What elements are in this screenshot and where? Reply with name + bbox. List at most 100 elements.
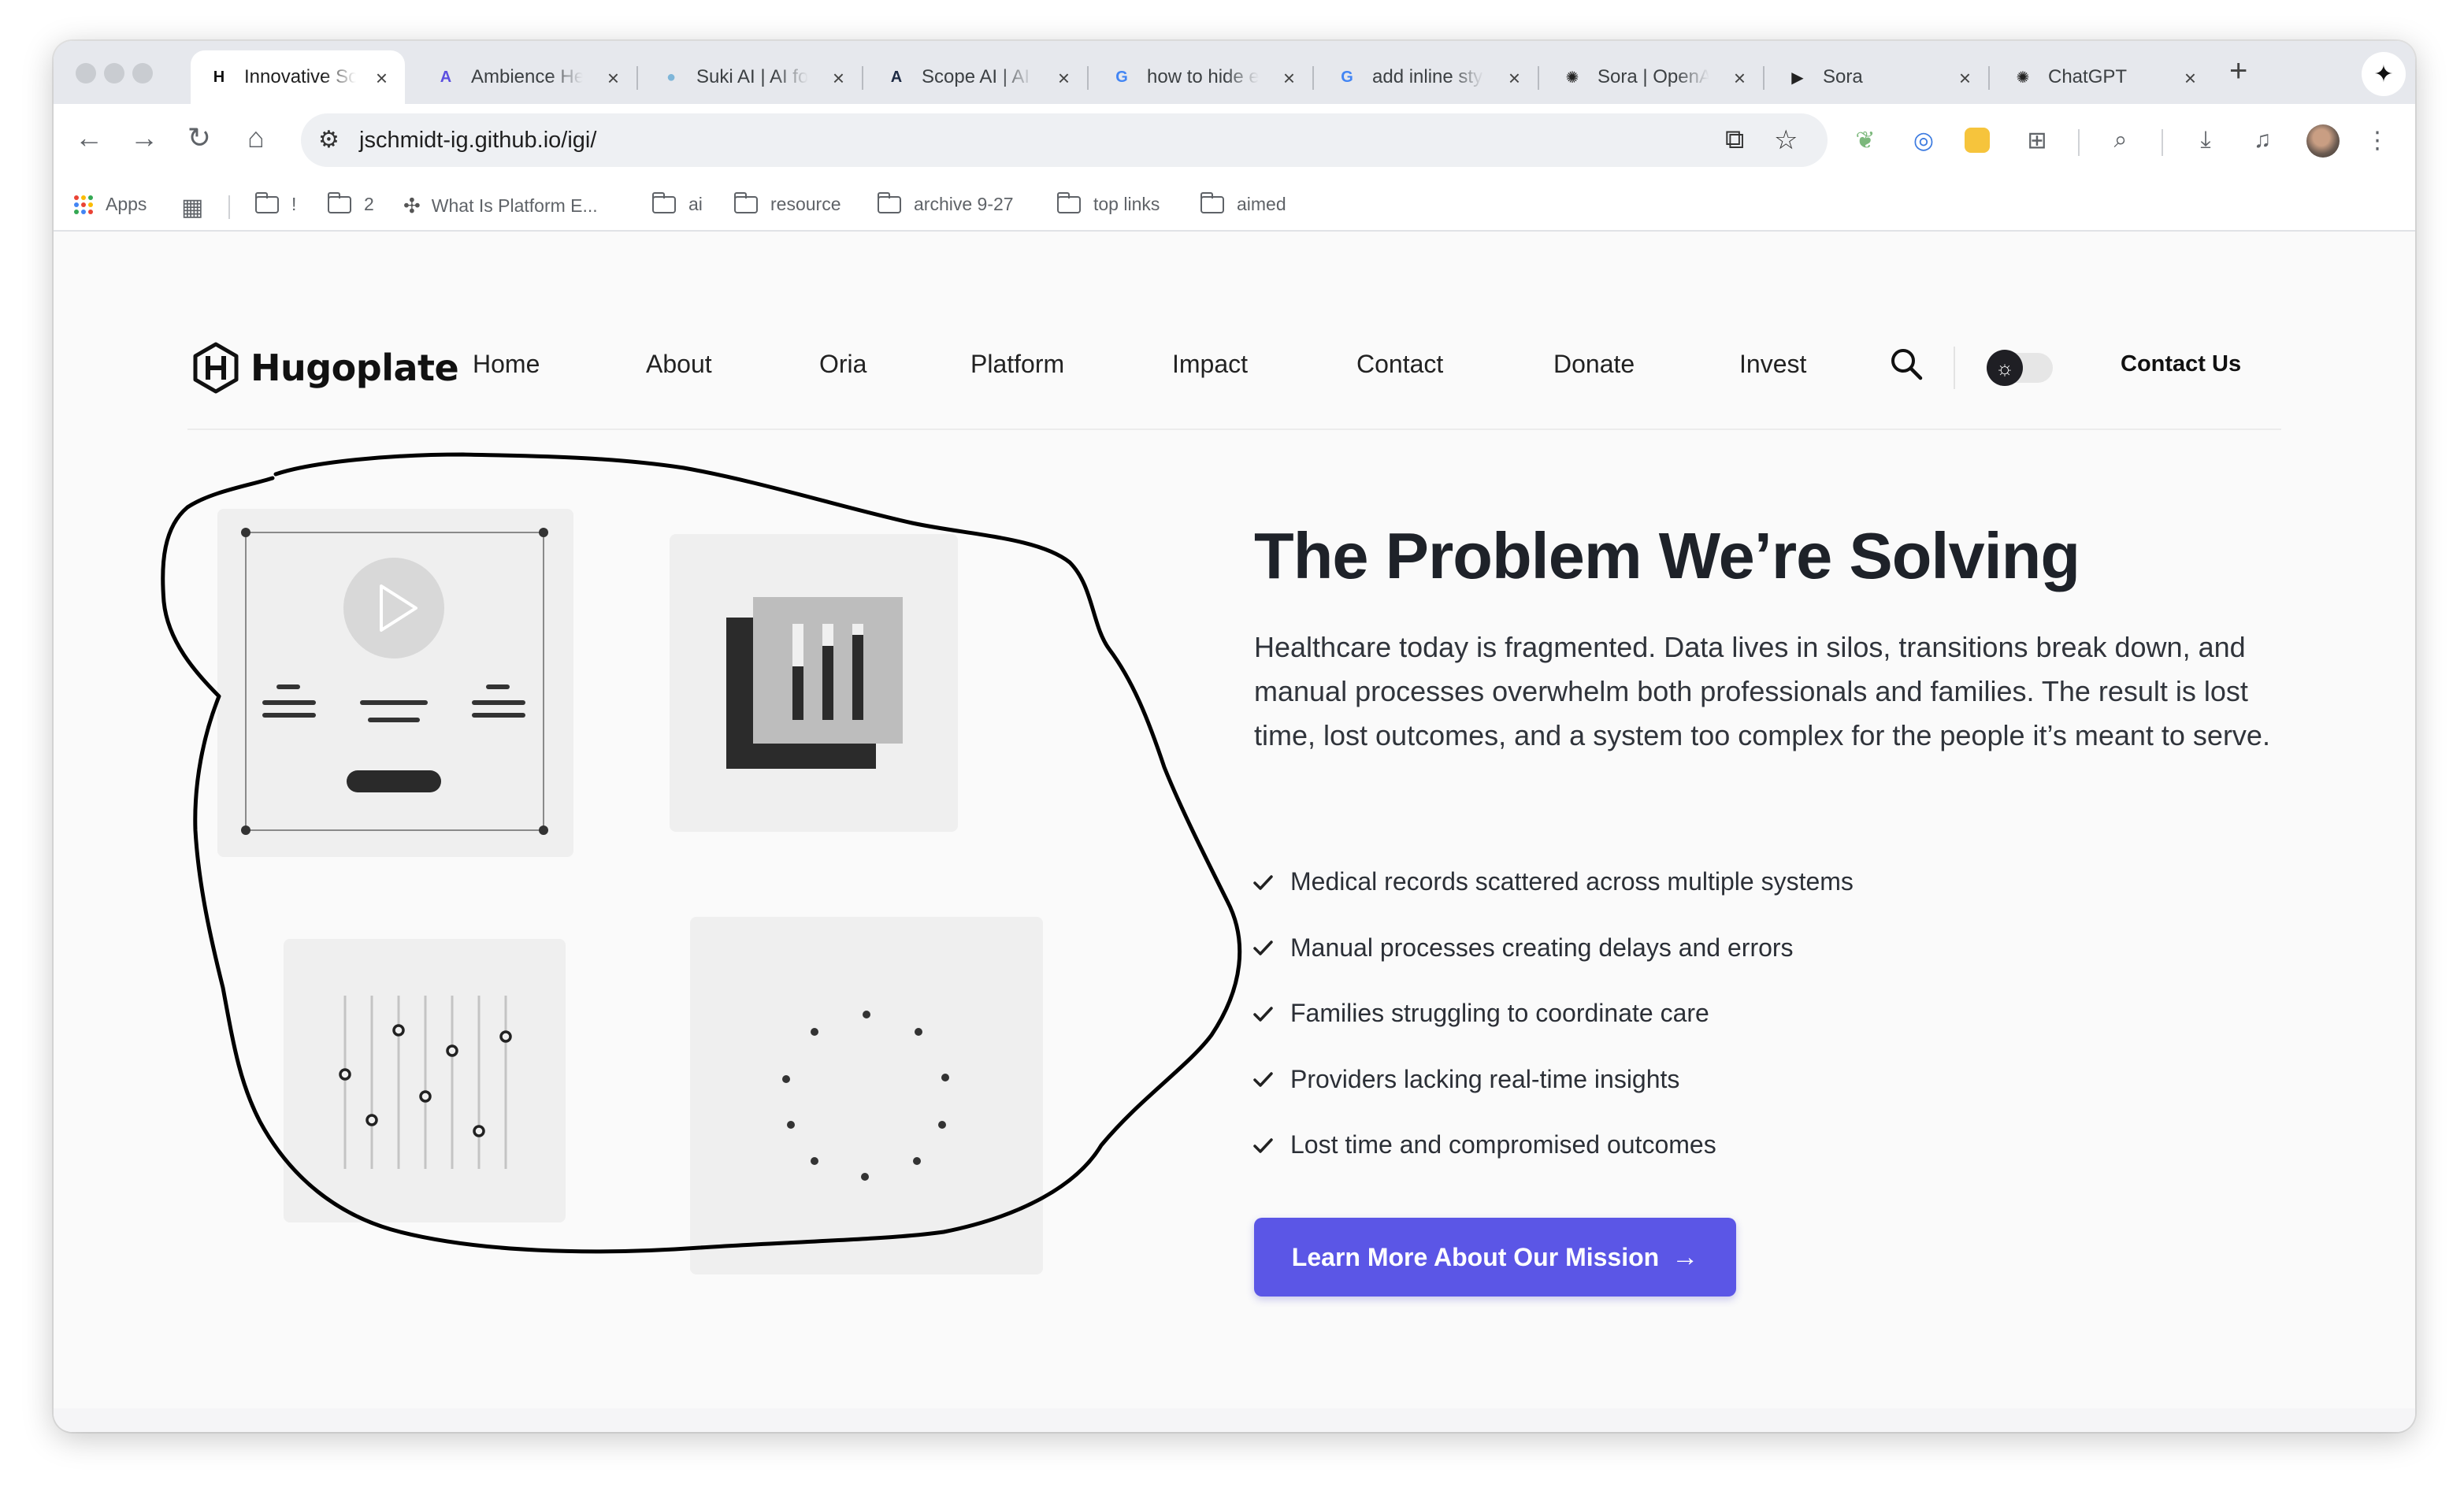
hero-description: Healthcare today is fragmented. Data liv… bbox=[1254, 631, 2270, 751]
gemini-icon[interactable]: ✦ bbox=[2362, 52, 2406, 96]
openai-icon: ✺ bbox=[1565, 69, 1579, 87]
folder-icon bbox=[255, 191, 279, 213]
bookmark-apps[interactable]: Apps bbox=[74, 194, 147, 215]
google-icon: G bbox=[1341, 68, 1353, 86]
install-app-icon[interactable]: ⧉ bbox=[1725, 124, 1744, 155]
close-tab-icon[interactable]: × bbox=[1734, 66, 1746, 91]
tab-label: Ambience Healthcare bbox=[471, 66, 583, 87]
bookmark-folder-ai[interactable]: ai bbox=[652, 191, 703, 215]
close-tab-icon[interactable]: × bbox=[1959, 66, 1971, 91]
tab-1[interactable]: A Ambience Healthcare × bbox=[417, 50, 636, 104]
close-tab-icon[interactable]: × bbox=[376, 66, 388, 91]
list-item: Providers lacking real-time insights bbox=[1251, 1047, 1854, 1113]
tab-label: ChatGPT bbox=[2048, 66, 2128, 87]
close-tab-icon[interactable]: × bbox=[2184, 66, 2196, 91]
tab-7[interactable]: ▶ Sora × bbox=[1769, 50, 1988, 104]
home-button[interactable]: ⌂ bbox=[236, 121, 276, 154]
tab-strip: H Innovative Solutions × A Ambience Healthca… bbox=[54, 41, 2415, 104]
check-icon bbox=[1253, 1138, 1273, 1153]
extension-copilot-icon[interactable]: ◎ bbox=[1908, 124, 1939, 156]
reload-button[interactable]: ↻ bbox=[180, 121, 219, 154]
bookmark-folder-archive[interactable]: archive 9-27 bbox=[878, 191, 1014, 215]
close-tab-icon[interactable]: × bbox=[1058, 66, 1070, 91]
close-tab-icon[interactable]: × bbox=[607, 66, 619, 91]
theme-toggle[interactable]: ☼ bbox=[1987, 350, 2053, 386]
folder-icon bbox=[328, 191, 351, 213]
contact-us-link[interactable]: Contact Us bbox=[2121, 351, 2241, 377]
folder-icon bbox=[878, 191, 901, 213]
google-icon: G bbox=[1115, 68, 1128, 86]
tab-6[interactable]: ✺ Sora | OpenAI × bbox=[1544, 50, 1763, 104]
tab-label: Scope AI | AI Scribe bbox=[922, 66, 1033, 87]
forward-button[interactable]: → bbox=[124, 121, 164, 154]
close-window-button[interactable] bbox=[76, 63, 96, 83]
tab-3[interactable]: A Scope AI | AI Scribe × bbox=[868, 50, 1087, 104]
list-item: Families struggling to coordinate care bbox=[1251, 981, 1854, 1047]
scope-icon: A bbox=[890, 68, 903, 86]
bookmark-star-icon[interactable]: ☆ bbox=[1774, 124, 1798, 156]
tab-label: how to hide elements bbox=[1147, 66, 1259, 87]
bookmarks-bar: Apps ▦ ! 2 ✣ What Is Platform E... ai res… bbox=[54, 178, 2415, 232]
new-tab-button[interactable]: + bbox=[2229, 54, 2247, 89]
tab-5[interactable]: Gadd inline style × bbox=[1319, 50, 1538, 104]
platform-icon: ✣ bbox=[403, 194, 421, 217]
tab-8[interactable]: ✺ ChatGPT × bbox=[1995, 50, 2214, 104]
tab-label: Sora | OpenAI bbox=[1598, 66, 1709, 87]
back-button[interactable]: ← bbox=[69, 121, 109, 154]
ambience-icon: A bbox=[440, 68, 452, 86]
browser-window: H Innovative Solutions × A Ambience Healthca… bbox=[54, 41, 2415, 1432]
list-item: Manual processes creating delays and err… bbox=[1251, 915, 1854, 981]
hero-title: The Problem We’re Solving bbox=[1254, 519, 2080, 592]
nav-invest[interactable]: Invest bbox=[1739, 350, 1806, 379]
learn-more-button[interactable]: Learn More About Our Mission → bbox=[1254, 1218, 1736, 1297]
search-tabs-icon[interactable]: ⌕ bbox=[2105, 124, 2136, 156]
downloads-icon[interactable]: ⤓ bbox=[2190, 124, 2221, 156]
extension-evernote-icon[interactable]: ❦ bbox=[1850, 124, 1881, 156]
apps-icon bbox=[74, 195, 93, 214]
page-content: Hugoplate Home About Oria Platform Impac… bbox=[54, 232, 2415, 1432]
tab-0[interactable]: H Innovative Solutions × bbox=[191, 50, 405, 104]
bookmark-folder-2[interactable]: 2 bbox=[328, 191, 374, 215]
extensions-puzzle-icon[interactable]: ⊞ bbox=[2021, 124, 2053, 156]
tab-label: Sora bbox=[1823, 66, 1863, 87]
profile-avatar[interactable] bbox=[2306, 124, 2340, 158]
close-tab-icon[interactable]: × bbox=[833, 66, 844, 91]
hand-drawn-outline bbox=[161, 452, 1242, 1254]
address-bar[interactable]: ⚙ jschmidt-ig.github.io/igi/ ⧉ ☆ bbox=[301, 113, 1828, 167]
tab-2[interactable]: ● Suki AI | AI for Clinicians × bbox=[643, 50, 862, 104]
folder-icon bbox=[734, 191, 758, 213]
check-icon bbox=[1253, 875, 1273, 890]
media-control-icon[interactable]: ♫ bbox=[2247, 124, 2278, 156]
bookmark-folder-resource[interactable]: resource bbox=[734, 191, 841, 215]
suki-icon: ● bbox=[666, 68, 677, 86]
tab-4[interactable]: Ghow to hide elements × bbox=[1093, 50, 1312, 104]
list-item: Medical records scattered across multipl… bbox=[1251, 849, 1854, 915]
minimize-window-button[interactable] bbox=[104, 63, 124, 83]
nav-donate[interactable]: Donate bbox=[1553, 350, 1635, 379]
search-icon[interactable] bbox=[1887, 345, 1925, 383]
bookmark-platform-engineering[interactable]: ✣ What Is Platform E... bbox=[403, 194, 598, 218]
bookmark-folder-top-links[interactable]: top links bbox=[1057, 191, 1160, 215]
tab-label: Suki AI | AI for Clinicians bbox=[696, 66, 808, 87]
url-text[interactable]: jschmidt-ig.github.io/igi/ bbox=[359, 128, 596, 154]
folder-icon bbox=[1200, 191, 1224, 213]
tab-groups-icon[interactable]: ▦ bbox=[181, 194, 203, 221]
check-icon bbox=[1253, 940, 1273, 955]
hugoplate-logo-icon: H bbox=[213, 68, 225, 86]
nav-contact[interactable]: Contact bbox=[1356, 350, 1443, 379]
zoom-window-button[interactable] bbox=[132, 63, 153, 83]
browser-toolbar: ← → ↻ ⌂ ⚙ jschmidt-ig.github.io/igi/ ⧉ ☆… bbox=[54, 104, 2415, 178]
check-icon bbox=[1253, 1072, 1273, 1087]
close-tab-icon[interactable]: × bbox=[1508, 66, 1520, 91]
bookmark-folder-aimed[interactable]: aimed bbox=[1200, 191, 1286, 215]
folder-icon bbox=[652, 191, 676, 213]
extension-notes-icon[interactable] bbox=[1965, 128, 1990, 153]
site-info-icon[interactable]: ⚙ bbox=[318, 126, 340, 154]
bookmark-folder-exclaim[interactable]: ! bbox=[255, 191, 296, 215]
menu-kebab-icon[interactable]: ⋮ bbox=[2362, 124, 2393, 156]
tab-label: Innovative Solutions bbox=[244, 66, 356, 87]
close-tab-icon[interactable]: × bbox=[1283, 66, 1295, 91]
openai-icon: ✺ bbox=[2016, 69, 2030, 87]
folder-icon bbox=[1057, 191, 1081, 213]
arrow-right-icon: → bbox=[1672, 1241, 1699, 1272]
